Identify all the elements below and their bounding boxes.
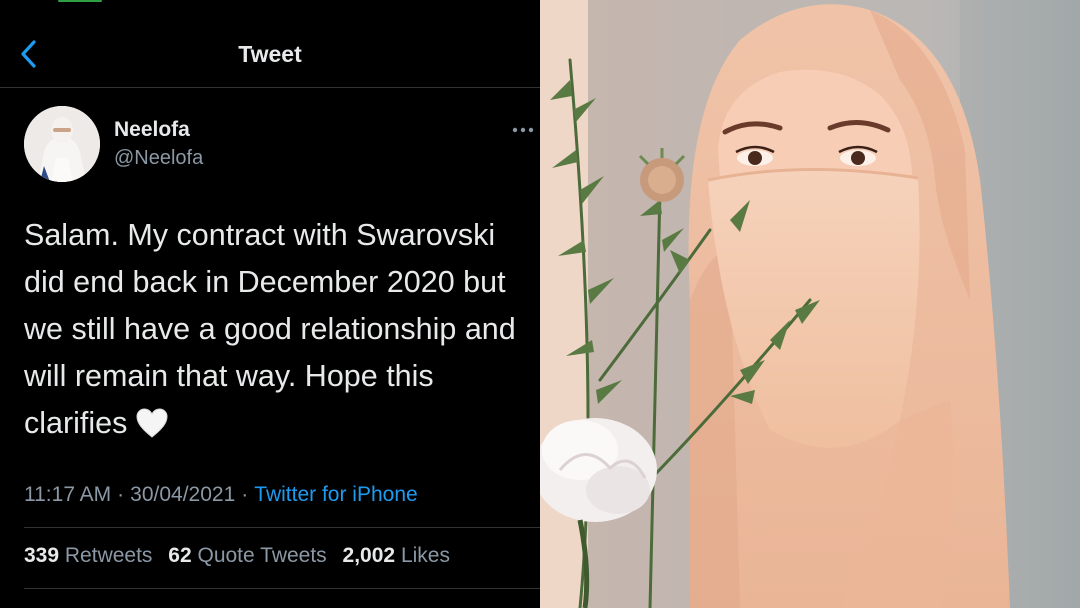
tweet-text-line: did end back in December 2020 but (24, 265, 506, 299)
tweet-date: 30/04/2021 (130, 483, 236, 506)
tweet-text-line: clarifies (24, 406, 128, 440)
portrait-photo (540, 0, 1080, 608)
meta-separator: · (117, 483, 125, 506)
quote-tweets-count: 62 (168, 544, 192, 567)
tweet-text-line: Salam. My contract with Swarovski (24, 218, 496, 252)
retweets-label: Retweets (64, 544, 153, 567)
tweet-meta: 11:17 AM · 30/04/2021 · Twitter for iPhone (24, 483, 418, 507)
meta-separator: · (241, 483, 249, 506)
tweet-screenshot-panel: Tweet Neelofa @Neelofa Salam. My contrac… (0, 0, 540, 608)
page-title: Tweet (238, 41, 302, 67)
retweets-stat[interactable]: 339 Retweets (24, 544, 152, 567)
likes-count: 2,002 (342, 544, 396, 567)
tweet-source-link[interactable]: Twitter for iPhone (254, 483, 417, 506)
white-heart-icon (136, 408, 168, 438)
divider (24, 588, 540, 589)
tweet-action-bar (24, 600, 540, 608)
tweet-header: Tweet (0, 0, 540, 88)
divider (24, 527, 540, 528)
quote-tweets-label: Quote Tweets (197, 544, 327, 567)
retweets-count: 339 (24, 544, 60, 567)
tweet-text: Salam. My contract with Swarovski did en… (24, 212, 540, 447)
author-handle[interactable]: @Neelofa (114, 147, 203, 170)
tweet-text-line: we still have a good relationship and (24, 312, 516, 346)
author-display-name[interactable]: Neelofa (114, 118, 190, 142)
likes-label: Likes (400, 544, 450, 567)
tweet-time: 11:17 AM (24, 483, 112, 506)
quote-tweets-stat[interactable]: 62 Quote Tweets (168, 544, 326, 567)
more-options-button[interactable] (510, 118, 540, 142)
likes-stat[interactable]: 2,002 Likes (343, 544, 450, 567)
tweet-stats: 339 Retweets 62 Quote Tweets 2,002 Likes (24, 544, 460, 568)
tweet-text-line: will remain that way. Hope this (24, 359, 434, 393)
avatar[interactable] (24, 106, 100, 182)
more-horizontal-icon (512, 127, 534, 133)
tweet-text-last-line: clarifies (24, 400, 540, 447)
